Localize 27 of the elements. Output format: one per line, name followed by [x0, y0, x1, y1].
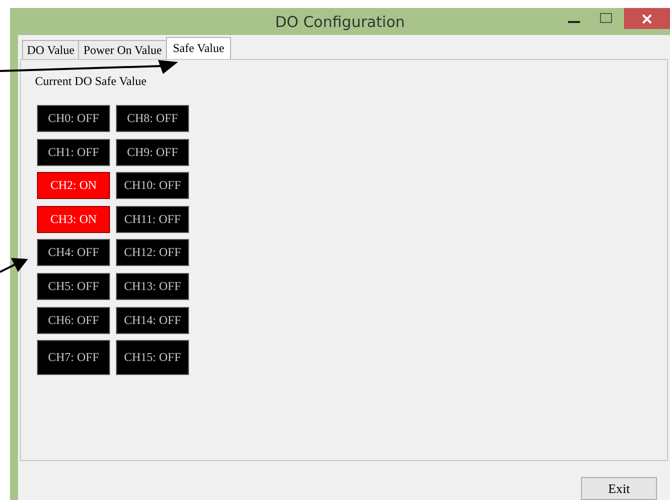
- close-button[interactable]: [624, 8, 670, 29]
- channel-toggle[interactable]: CH11: OFF: [116, 206, 189, 233]
- channel-toggle[interactable]: CH7: OFF: [37, 340, 110, 376]
- tab[interactable]: DO Value: [22, 40, 80, 59]
- channel-toggle[interactable]: CH6: OFF: [37, 306, 110, 334]
- channel-toggle[interactable]: CH4: OFF: [37, 239, 110, 266]
- window-title: DO Configuration: [275, 12, 405, 30]
- channel-toggle[interactable]: CH12: OFF: [116, 239, 189, 266]
- group-label: Current DO Safe Value: [35, 74, 148, 89]
- channel-toggle[interactable]: CH13: OFF: [116, 272, 189, 300]
- channel-toggle[interactable]: CH1: OFF: [37, 138, 110, 166]
- channel-toggle[interactable]: CH2: ON: [37, 172, 110, 200]
- channel-toggle[interactable]: CH10: OFF: [116, 172, 189, 200]
- exit-button[interactable]: Exit: [581, 477, 657, 500]
- minimize-icon: [568, 21, 580, 23]
- channel-toggle[interactable]: CH9: OFF: [116, 138, 189, 166]
- tab[interactable]: Power On Value: [78, 40, 167, 59]
- annotation-arrow: [0, 258, 28, 273]
- channel-toggle[interactable]: CH8: OFF: [116, 105, 189, 132]
- close-icon: [641, 12, 653, 24]
- channel-toggle[interactable]: CH14: OFF: [116, 306, 189, 334]
- channel-toggle[interactable]: CH3: ON: [37, 206, 110, 233]
- channel-toggle[interactable]: CH15: OFF: [116, 340, 189, 376]
- tab[interactable]: Safe Value: [166, 37, 232, 59]
- maximize-icon: [600, 13, 612, 23]
- channel-toggle[interactable]: CH5: OFF: [37, 272, 110, 300]
- channel-toggle[interactable]: CH0: OFF: [37, 105, 110, 132]
